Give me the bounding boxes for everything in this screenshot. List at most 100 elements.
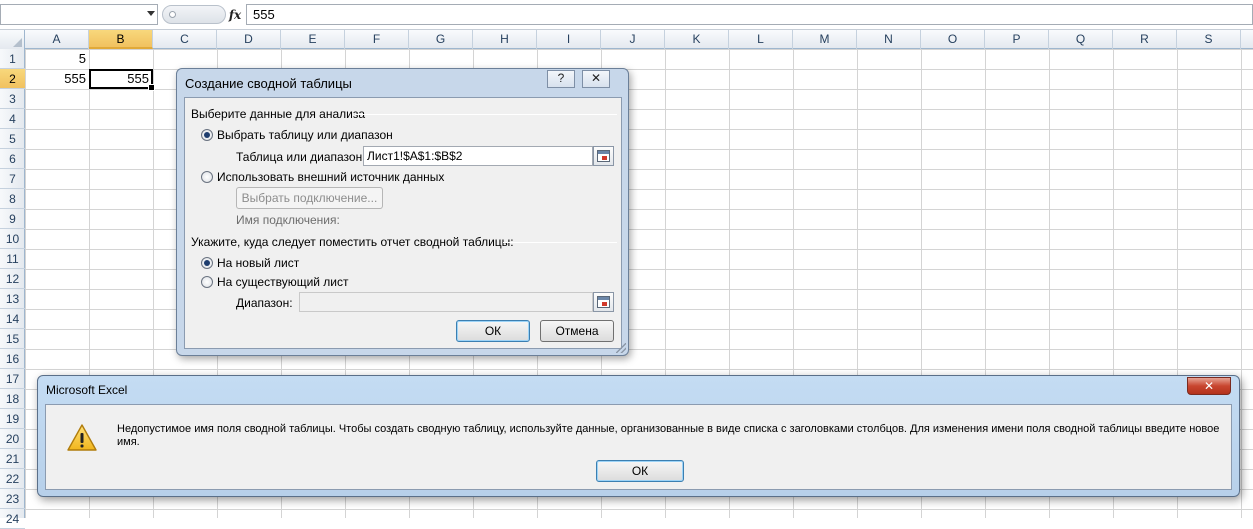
row-header-19[interactable]: 19 [0, 409, 25, 429]
column-header-c[interactable]: C [153, 30, 217, 49]
close-button[interactable]: ✕ [1187, 377, 1231, 395]
select-all-triangle-icon [13, 38, 22, 47]
close-icon: ✕ [590, 71, 602, 85]
row-header-column: 1 2 3 4 5 6 7 8 9 10 11 12 13 14 15 16 17 18 19 20 21 22 23 24 [0, 49, 25, 529]
radio-table-range[interactable]: Выбрать таблицу или диапазон [201, 128, 393, 144]
section-data-label: Выберите данные для анализа [191, 107, 366, 121]
radio-selected-icon [201, 257, 213, 269]
column-header-a[interactable]: A [25, 30, 89, 49]
row-header-7[interactable]: 7 [0, 169, 25, 189]
row-header-13[interactable]: 13 [0, 289, 25, 309]
column-header-g[interactable]: G [409, 30, 473, 49]
column-header-r[interactable]: R [1113, 30, 1177, 49]
row-header-8[interactable]: 8 [0, 189, 25, 209]
column-header-m[interactable]: M [793, 30, 857, 49]
formula-bar-resize-handle[interactable] [162, 5, 226, 24]
choose-connection-button[interactable]: Выбрать подключение... [236, 187, 383, 209]
name-box[interactable] [0, 4, 158, 25]
column-header-i[interactable]: I [537, 30, 601, 49]
radio-existing-sheet-label: На существующий лист [217, 275, 349, 289]
row-header-16[interactable]: 16 [0, 349, 25, 369]
row-header-14[interactable]: 14 [0, 309, 25, 329]
help-button[interactable]: ? [547, 70, 575, 88]
collapse-dialog-button[interactable] [593, 292, 614, 312]
ok-button[interactable]: ОК [596, 460, 684, 482]
cell-A1[interactable]: 5 [25, 49, 89, 69]
row-header-3[interactable]: 3 [0, 89, 25, 109]
warning-icon [67, 424, 97, 451]
column-header-l[interactable]: L [729, 30, 793, 49]
column-header-n[interactable]: N [857, 30, 921, 49]
row-header-21[interactable]: 21 [0, 449, 25, 469]
row-header-22[interactable]: 22 [0, 469, 25, 489]
message-box-body: Недопустимое имя поля сводной таблицы. Ч… [45, 404, 1232, 490]
formula-input[interactable]: 555 [246, 4, 1253, 25]
row-header-18[interactable]: 18 [0, 389, 25, 409]
insert-function-icon[interactable]: fx [226, 6, 244, 24]
cell-A2[interactable]: 555 [25, 69, 89, 89]
select-all-corner[interactable] [0, 30, 25, 49]
close-button[interactable]: ✕ [582, 70, 610, 88]
cell-B2[interactable]: 555 [89, 69, 155, 91]
message-text: Недопустимое имя поля сводной таблицы. Ч… [117, 423, 1220, 448]
formula-controls: fx [160, 4, 244, 25]
column-header-p[interactable]: P [985, 30, 1049, 49]
row-header-20[interactable]: 20 [0, 429, 25, 449]
column-header-k[interactable]: K [665, 30, 729, 49]
cancel-button[interactable]: Отмена [540, 320, 614, 342]
row-header-12[interactable]: 12 [0, 269, 25, 289]
row-header-24[interactable]: 24 [0, 509, 25, 529]
radio-table-range-label: Выбрать таблицу или диапазон [217, 128, 393, 142]
location-input[interactable] [299, 292, 593, 312]
row-header-5[interactable]: 5 [0, 129, 25, 149]
divider [503, 242, 617, 243]
table-range-input[interactable]: Лист1!$A$1:$B$2 [363, 146, 593, 166]
row-header-11[interactable]: 11 [0, 249, 25, 269]
location-label: Диапазон: [236, 296, 293, 310]
column-header-s[interactable]: S [1177, 30, 1241, 49]
ok-button[interactable]: ОК [456, 320, 530, 342]
row-header-17[interactable]: 17 [0, 369, 25, 389]
column-header-b[interactable]: B [89, 30, 153, 49]
excel-message-box: Microsoft Excel ✕ Недопустимое имя поля … [37, 375, 1240, 497]
range-select-icon [597, 150, 610, 162]
radio-unselected-icon [201, 171, 213, 183]
close-icon: ✕ [1203, 379, 1215, 393]
row-header-2[interactable]: 2 [0, 69, 25, 89]
table-range-label: Таблица или диапазон: [236, 150, 366, 164]
grip-dot-icon [169, 11, 176, 18]
row-header-23[interactable]: 23 [0, 489, 25, 509]
range-select-icon [597, 296, 610, 308]
column-header-d[interactable]: D [217, 30, 281, 49]
dialog-body: Выберите данные для анализа Выбрать табл… [184, 97, 622, 349]
dialog-title: Создание сводной таблицы [185, 76, 352, 91]
row-header-10[interactable]: 10 [0, 229, 25, 249]
divider [355, 114, 617, 115]
help-icon: ? [557, 71, 565, 85]
connection-name-label: Имя подключения: [236, 213, 340, 227]
row-header-1[interactable]: 1 [0, 49, 25, 69]
row-header-6[interactable]: 6 [0, 149, 25, 169]
radio-new-sheet[interactable]: На новый лист [201, 256, 299, 272]
column-header-q[interactable]: Q [1049, 30, 1113, 49]
column-header-h[interactable]: H [473, 30, 537, 49]
radio-existing-sheet[interactable]: На существующий лист [201, 275, 349, 291]
column-header-f[interactable]: F [345, 30, 409, 49]
row-header-15[interactable]: 15 [0, 329, 25, 349]
formula-bar: fx 555 [0, 0, 1253, 30]
create-pivot-table-dialog: Создание сводной таблицы ? ✕ Выберите да… [176, 68, 629, 356]
row-header-9[interactable]: 9 [0, 209, 25, 229]
collapse-dialog-button[interactable] [593, 146, 614, 166]
resize-grip-icon[interactable] [616, 343, 626, 353]
radio-new-sheet-label: На новый лист [217, 256, 300, 270]
radio-unselected-icon [201, 276, 213, 288]
radio-external-source[interactable]: Использовать внешний источник данных [201, 170, 444, 186]
column-header-o[interactable]: O [921, 30, 985, 49]
row-header-4[interactable]: 4 [0, 109, 25, 129]
column-header-j[interactable]: J [601, 30, 665, 49]
column-header-e[interactable]: E [281, 30, 345, 49]
radio-selected-icon [201, 129, 213, 141]
message-box-title: Microsoft Excel [46, 383, 128, 397]
section-location-label: Укажите, куда следует поместить отчет св… [191, 235, 514, 249]
chevron-down-icon[interactable] [147, 11, 155, 16]
